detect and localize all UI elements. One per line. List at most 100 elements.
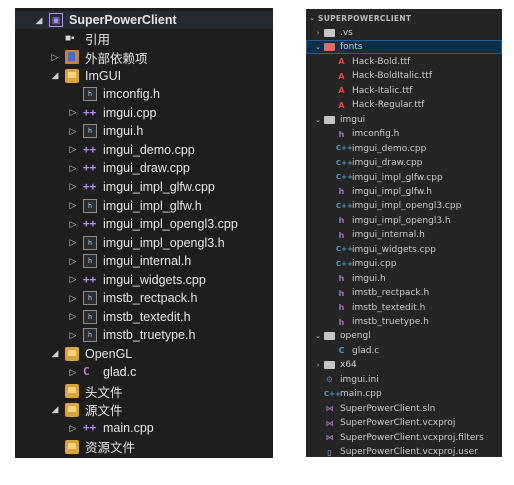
cpp-file-icon: ++ bbox=[83, 217, 97, 231]
explorer-tree-item[interactable]: A Hack-Regular.ttf bbox=[306, 98, 502, 112]
explorer-tree-item[interactable]: ⌄ opengl bbox=[306, 329, 502, 343]
solution-tree-item-label: SuperPowerClient bbox=[69, 13, 177, 27]
h-file-icon: h bbox=[338, 274, 345, 284]
explorer-tree-item[interactable]: h imgui.h bbox=[306, 272, 502, 286]
solution-tree-item[interactable]: ▷ ++ imgui.cpp bbox=[15, 104, 273, 122]
solution-tree-item-label: imgui_widgets.cpp bbox=[103, 272, 206, 287]
collapsed-arrow-icon[interactable]: ▷ bbox=[67, 107, 79, 118]
explorer-tree-item[interactable]: › x64 bbox=[306, 358, 502, 372]
h-file-icon: h bbox=[338, 216, 345, 226]
explorer-tree-item[interactable]: ⋈ SuperPowerClient.vcxproj bbox=[306, 416, 502, 430]
explorer-tree-item[interactable]: h imgui_internal.h bbox=[306, 228, 502, 242]
solution-tree-item[interactable]: ▷ ++ imgui_demo.cpp bbox=[15, 141, 273, 159]
solution-tree-item-label: imgui_draw.cpp bbox=[103, 161, 190, 176]
solution-tree-item[interactable]: ▷ ++ imgui_draw.cpp bbox=[15, 159, 273, 177]
expanded-arrow-icon[interactable]: ◢ bbox=[49, 404, 61, 415]
explorer-tree-item[interactable]: A Hack-BoldItalic.ttf bbox=[306, 69, 502, 83]
explorer-tree-item[interactable]: A Hack-Italic.ttf bbox=[306, 84, 502, 98]
explorer-tree-item[interactable]: C++ imgui_demo.cpp bbox=[306, 142, 502, 156]
collapsed-arrow-icon[interactable]: ▷ bbox=[67, 163, 79, 174]
collapsed-arrow-icon[interactable]: ▷ bbox=[67, 144, 79, 155]
explorer-tree-item[interactable]: ⌄ fonts bbox=[306, 40, 502, 55]
chevron-right-icon[interactable]: › bbox=[312, 361, 324, 369]
solution-tree-item[interactable]: ▷ ++ imgui_impl_opengl3.cpp bbox=[15, 215, 273, 233]
collapsed-arrow-icon[interactable]: ▷ bbox=[67, 274, 79, 285]
explorer-tree-item[interactable]: ▯ SuperPowerClient.vcxproj.user bbox=[306, 445, 502, 459]
solution-tree-item[interactable]: ◢ ImGUI bbox=[15, 67, 273, 85]
solution-tree-item[interactable]: ▷ h imstb_truetype.h bbox=[15, 326, 273, 344]
solution-tree-item[interactable]: 头文件 bbox=[15, 382, 273, 400]
expanded-arrow-icon[interactable]: ◢ bbox=[49, 70, 61, 81]
explorer-tree-item[interactable]: A Hack-Bold.ttf bbox=[306, 55, 502, 69]
expanded-arrow-icon[interactable]: ◢ bbox=[33, 15, 45, 26]
solution-tree-item-label: imgui.h bbox=[103, 124, 144, 139]
collapsed-arrow-icon[interactable]: ▷ bbox=[67, 237, 79, 248]
chevron-down-icon[interactable]: ⌄ bbox=[312, 116, 324, 124]
header-file-icon: h bbox=[83, 235, 97, 250]
filter-folder-icon bbox=[65, 402, 79, 417]
explorer-tree-item[interactable]: › .vs bbox=[306, 26, 502, 40]
explorer-tree-item[interactable]: ⚙ imgui.ini bbox=[306, 373, 502, 387]
font-file-icon: A bbox=[338, 100, 345, 110]
gear-icon: ⚙ bbox=[325, 375, 334, 385]
solution-tree-item[interactable]: ◢ ▣ SuperPowerClient bbox=[15, 11, 273, 29]
solution-icon: ▣ bbox=[49, 13, 63, 27]
collapsed-arrow-icon[interactable]: ▷ bbox=[67, 367, 79, 378]
collapsed-arrow-icon[interactable]: ▷ bbox=[67, 219, 79, 230]
explorer-header[interactable]: ⌄ SUPERPOWERCLIENT bbox=[306, 11, 502, 25]
chevron-right-icon[interactable]: › bbox=[312, 29, 324, 37]
solution-tree-item-label: imconfig.h bbox=[103, 87, 160, 102]
cpp-file-icon: C++ bbox=[336, 158, 353, 167]
collapsed-arrow-icon[interactable]: ▷ bbox=[67, 126, 79, 137]
solution-tree-item[interactable]: ▷ ++ main.cpp bbox=[15, 419, 273, 437]
solution-tree-item[interactable]: ▷ h imstb_rectpack.h bbox=[15, 289, 273, 307]
cpp-file-icon: C++ bbox=[324, 389, 341, 398]
collapsed-arrow-icon[interactable]: ▷ bbox=[67, 256, 79, 267]
solution-tree-item[interactable]: ◢ 源文件 bbox=[15, 401, 273, 419]
explorer-tree-item[interactable]: C++ imgui.cpp bbox=[306, 257, 502, 271]
explorer-tree-item[interactable]: ⌄ imgui bbox=[306, 113, 502, 127]
solution-tree-item[interactable]: ▷ 外部依赖项 bbox=[15, 48, 273, 66]
chevron-down-icon[interactable]: ⌄ bbox=[312, 43, 324, 51]
explorer-tree-item[interactable]: C++ imgui_draw.cpp bbox=[306, 156, 502, 170]
explorer-tree-item[interactable]: ⋈ SuperPowerClient.vcxproj.filters bbox=[306, 431, 502, 445]
explorer-tree-item[interactable]: C++ imgui_impl_opengl3.cpp bbox=[306, 199, 502, 213]
explorer-tree-item[interactable]: ⋈ SuperPowerClient.sln bbox=[306, 402, 502, 416]
solution-tree-item[interactable]: ■▪ 引用 bbox=[15, 30, 273, 48]
solution-tree-item[interactable]: 资源文件 bbox=[15, 438, 273, 456]
explorer-tree-item[interactable]: h imgui_impl_glfw.h bbox=[306, 185, 502, 199]
explorer-tree-item[interactable]: C++ imgui_impl_glfw.cpp bbox=[306, 171, 502, 185]
chevron-down-icon[interactable]: ⌄ bbox=[312, 332, 324, 340]
solution-tree-item[interactable]: ▷ ++ imgui_widgets.cpp bbox=[15, 271, 273, 289]
explorer-tree-item[interactable]: h imstb_truetype.h bbox=[306, 315, 502, 329]
solution-tree-item[interactable]: ▷ h imgui_impl_glfw.h bbox=[15, 197, 273, 215]
collapsed-arrow-icon[interactable]: ▷ bbox=[67, 200, 79, 211]
c-file-icon: C bbox=[338, 346, 345, 356]
explorer-tree-item[interactable]: h imgui_impl_opengl3.h bbox=[306, 214, 502, 228]
solution-tree-item[interactable]: ▷ ++ imgui_impl_glfw.cpp bbox=[15, 178, 273, 196]
collapsed-arrow-icon[interactable]: ▷ bbox=[49, 52, 61, 63]
solution-tree-item[interactable]: ◢ OpenGL bbox=[15, 345, 273, 363]
collapsed-arrow-icon[interactable]: ▷ bbox=[67, 293, 79, 304]
explorer-tree-item-label: SuperPowerClient.sln bbox=[340, 403, 436, 414]
explorer-tree-item[interactable]: h imconfig.h bbox=[306, 127, 502, 141]
collapsed-arrow-icon[interactable]: ▷ bbox=[67, 181, 79, 192]
collapsed-arrow-icon[interactable]: ▷ bbox=[67, 330, 79, 341]
solution-tree-item[interactable]: ▷ Cglad.c bbox=[15, 363, 273, 381]
collapsed-arrow-icon[interactable]: ▷ bbox=[67, 423, 79, 434]
explorer-tree-item[interactable]: C++ main.cpp bbox=[306, 387, 502, 401]
explorer-tree-item-label: glad.c bbox=[352, 345, 380, 356]
explorer-tree-item[interactable]: C++ imgui_widgets.cpp bbox=[306, 243, 502, 257]
solution-tree-item[interactable]: h imconfig.h bbox=[15, 85, 273, 103]
solution-tree-item[interactable]: ▷ h imgui.h bbox=[15, 122, 273, 140]
explorer-tree-item-label: imstb_rectpack.h bbox=[352, 288, 430, 299]
explorer-tree-item[interactable]: h imstb_textedit.h bbox=[306, 301, 502, 315]
solution-tree-item[interactable]: ▷ h imgui_impl_opengl3.h bbox=[15, 234, 273, 252]
explorer-tree-item[interactable]: h imstb_rectpack.h bbox=[306, 286, 502, 300]
solution-tree-item[interactable]: ▷ h imgui_internal.h bbox=[15, 252, 273, 270]
h-file-icon: h bbox=[338, 230, 345, 240]
collapsed-arrow-icon[interactable]: ▷ bbox=[67, 311, 79, 322]
expanded-arrow-icon[interactable]: ◢ bbox=[49, 348, 61, 359]
solution-tree-item[interactable]: ▷ h imstb_textedit.h bbox=[15, 308, 273, 326]
explorer-tree-item[interactable]: Cglad.c bbox=[306, 344, 502, 358]
